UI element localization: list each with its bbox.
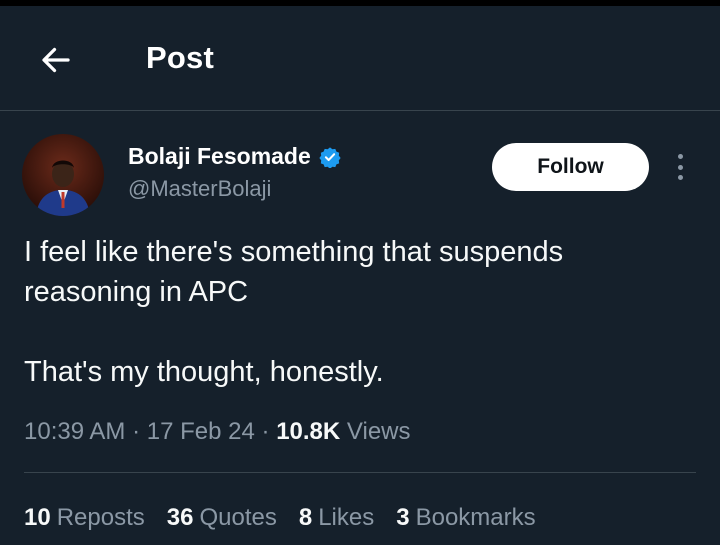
quotes-stat[interactable]: 36 Quotes [167,504,277,532]
back-button[interactable] [36,40,76,80]
verified-badge-icon[interactable] [319,146,341,168]
bookmarks-stat[interactable]: 3 Bookmarks [396,504,535,532]
post-text-line: That's my thought, honestly. [24,356,384,388]
post-date[interactable]: 17 Feb 24 [147,418,255,445]
author-display-name[interactable]: Bolaji Fesomade [128,143,311,170]
meta-separator: · [132,418,141,445]
views-count: 10.8K [276,418,341,445]
reposts-count: 10 [24,504,51,531]
views-label: Views [346,418,411,445]
post-time[interactable]: 10:39 AM [24,418,125,445]
avatar-photo [22,134,104,216]
bookmarks-count: 3 [396,504,410,531]
quotes-count: 36 [166,504,194,531]
arrow-left-icon [42,47,70,73]
likes-stat[interactable]: 8 Likes [299,504,374,532]
more-vertical-icon-dot [677,164,683,170]
page-title: Post [146,40,214,75]
more-options-button[interactable] [668,150,692,184]
reposts-label: Reposts [56,504,145,531]
post-text-line: I feel like there's something that suspe… [24,236,564,268]
divider [24,472,696,473]
more-vertical-icon-dot [677,175,683,180]
reposts-stat[interactable]: 10 Reposts [24,504,145,532]
post-header: Post [0,6,720,111]
quotes-label: Quotes [199,504,277,531]
post-text: I feel like there's something that suspe… [24,232,694,392]
meta-separator: · [261,418,270,445]
post-stats: 10 Reposts 36 Quotes 8 Likes 3 Bookmarks [24,504,536,532]
follow-button[interactable]: Follow [492,143,649,191]
post-meta: 10:39 AM · 17 Feb 24 · 10.8K Views [24,418,411,446]
avatar[interactable] [22,134,104,216]
author-name-row: Bolaji Fesomade [128,143,341,170]
post-text-line: reasoning in APC [24,276,249,308]
more-vertical-icon [677,154,683,159]
bookmarks-label: Bookmarks [415,504,536,531]
likes-label: Likes [318,504,375,531]
likes-count: 8 [298,504,313,531]
author-handle[interactable]: @MasterBolaji [128,176,271,202]
